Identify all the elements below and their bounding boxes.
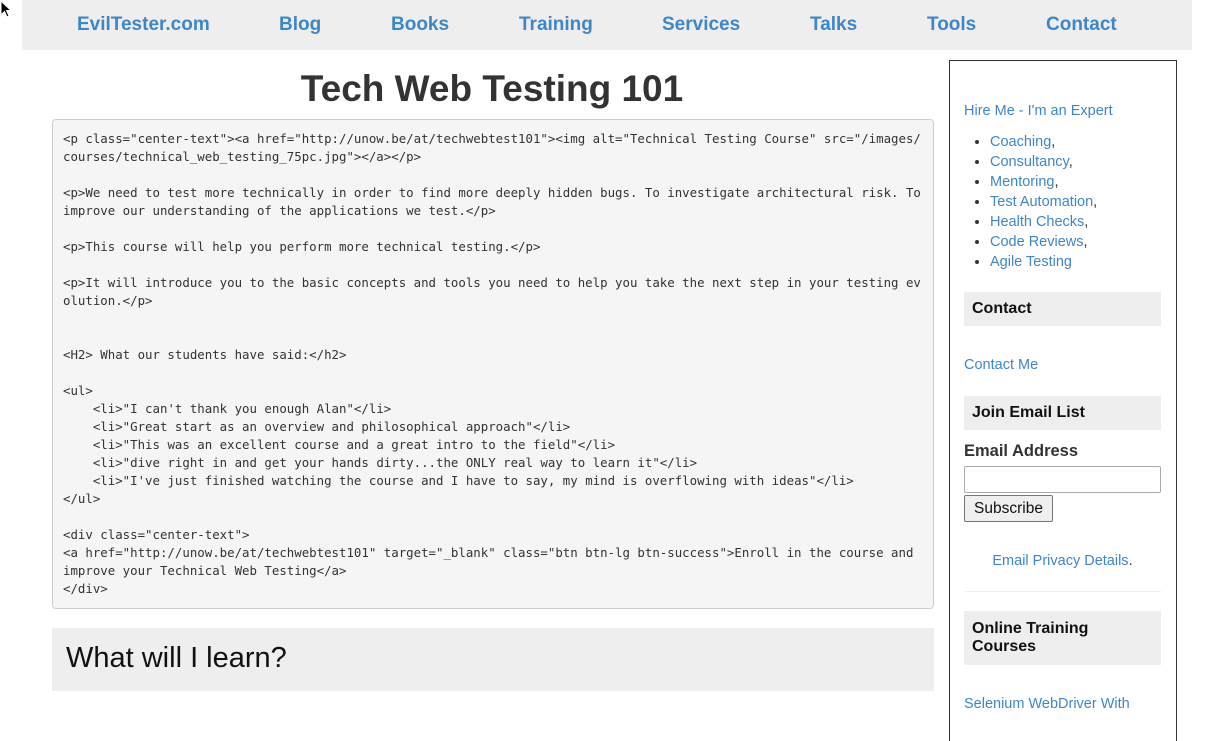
nav-link-training[interactable]: Training xyxy=(519,14,593,36)
top-navigation-bar: EvilTester.com Blog Books Training Servi… xyxy=(22,0,1192,50)
nav-link-contact[interactable]: Contact xyxy=(1046,14,1117,36)
list-separator: , xyxy=(1051,134,1056,150)
list-separator: , xyxy=(1093,194,1098,210)
nav-link-eviltester-home[interactable]: EvilTester.com xyxy=(77,14,210,36)
service-link-consultancy[interactable]: Consultancy xyxy=(990,154,1069,170)
learn-heading: What will I learn? xyxy=(66,642,287,674)
services-list: Coaching, Consultancy, Mentoring, Test A… xyxy=(964,132,1097,272)
list-item: Mentoring, xyxy=(990,172,1097,192)
service-link-agile-testing[interactable]: Agile Testing xyxy=(990,254,1072,270)
service-link-mentoring[interactable]: Mentoring xyxy=(990,174,1054,190)
list-item: Coaching, xyxy=(990,132,1097,152)
contact-heading: Contact xyxy=(964,292,1161,326)
privacy-suffix: . xyxy=(1128,553,1133,569)
hire-me-link[interactable]: Hire Me - I'm an Expert xyxy=(964,103,1113,119)
list-separator: , xyxy=(1083,234,1088,250)
list-item: Agile Testing xyxy=(990,252,1097,272)
service-link-health-checks[interactable]: Health Checks xyxy=(990,214,1084,230)
sidebar-divider xyxy=(964,591,1161,592)
list-item: Code Reviews, xyxy=(990,232,1097,252)
list-item: Consultancy, xyxy=(990,152,1097,172)
online-courses-heading: Online Training Courses xyxy=(964,611,1161,665)
sidebar: Hire Me - I'm an Expert Coaching, Consul… xyxy=(949,60,1177,741)
list-item: Test Automation, xyxy=(990,192,1097,212)
email-list-heading: Join Email List xyxy=(964,396,1161,430)
html-code-block: <p class="center-text"><a href="http://u… xyxy=(52,119,934,609)
nav-link-services[interactable]: Services xyxy=(662,14,740,36)
list-separator: , xyxy=(1054,174,1059,190)
list-separator: , xyxy=(1068,154,1073,170)
nav-link-blog[interactable]: Blog xyxy=(279,14,321,36)
service-link-code-reviews[interactable]: Code Reviews xyxy=(990,234,1084,250)
nav-link-talks[interactable]: Talks xyxy=(810,14,857,36)
course-link-selenium-webdriver[interactable]: Selenium WebDriver With xyxy=(964,696,1130,712)
subscribe-button[interactable]: Subscribe xyxy=(964,495,1053,522)
email-address-input[interactable] xyxy=(964,466,1161,493)
mouse-cursor-icon xyxy=(0,0,13,18)
list-item: Health Checks, xyxy=(990,212,1097,232)
service-link-test-automation[interactable]: Test Automation xyxy=(990,194,1093,210)
list-separator: , xyxy=(1084,214,1089,230)
learn-section-header: What will I learn? xyxy=(52,628,934,691)
contact-me-link[interactable]: Contact Me xyxy=(964,357,1038,373)
page-title: Tech Web Testing 101 xyxy=(300,68,684,109)
nav-link-books[interactable]: Books xyxy=(391,14,449,36)
email-address-label: Email Address xyxy=(964,442,1079,460)
email-privacy-link[interactable]: Email Privacy Details xyxy=(992,553,1128,569)
service-link-coaching[interactable]: Coaching xyxy=(990,134,1051,150)
nav-link-tools[interactable]: Tools xyxy=(927,14,976,36)
privacy-line: Email Privacy Details. xyxy=(964,553,1161,569)
